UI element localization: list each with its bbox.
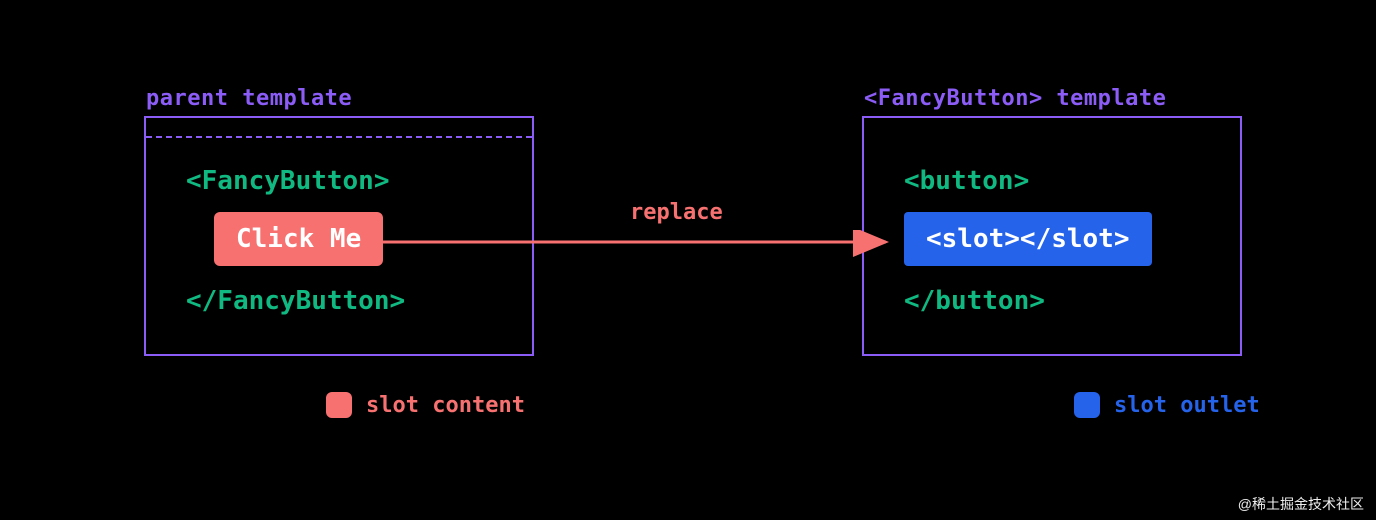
replace-arrow-label: replace — [630, 200, 723, 225]
fancybutton-close-tag: </FancyButton> — [186, 286, 405, 316]
fancybutton-open-tag: <FancyButton> — [186, 166, 390, 196]
fancybutton-template-box: <button> <slot></slot> </button> — [862, 116, 1242, 356]
legend-swatch-blue-icon — [1074, 392, 1100, 418]
watermark-label: @稀土掘金技术社区 — [1232, 492, 1370, 516]
legend-slot-content: slot content — [326, 392, 525, 418]
slot-content-chip: Click Me — [214, 212, 383, 266]
replace-arrow-icon — [368, 230, 898, 260]
button-open-tag: <button> — [904, 166, 1029, 196]
slot-outlet-chip: <slot></slot> — [904, 212, 1152, 266]
legend-swatch-red-icon — [326, 392, 352, 418]
diagram-stage: parent template <FancyButton> Click Me <… — [0, 0, 1376, 520]
fancybutton-template-label: <FancyButton> template — [864, 86, 1166, 111]
legend-slot-outlet-label: slot outlet — [1114, 393, 1260, 418]
parent-template-label: parent template — [146, 86, 352, 111]
button-close-tag: </button> — [904, 286, 1045, 316]
legend-slot-content-label: slot content — [366, 393, 525, 418]
legend-slot-outlet: slot outlet — [1074, 392, 1260, 418]
